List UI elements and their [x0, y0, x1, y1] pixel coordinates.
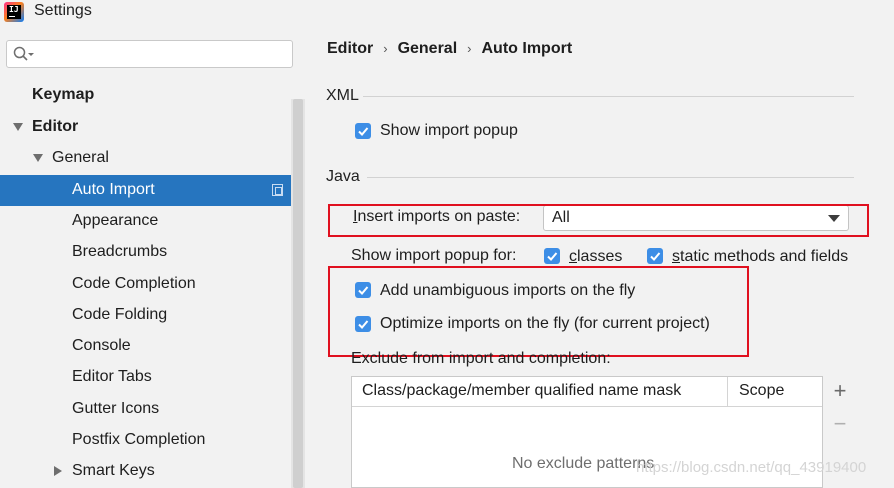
sidebar-item-label: Auto Import [72, 181, 155, 198]
sidebar-scrollbar[interactable] [291, 99, 305, 488]
breadcrumb-separator: › [383, 41, 388, 56]
breadcrumb-separator: › [467, 41, 472, 56]
sidebar-item-label: Keymap [32, 86, 95, 103]
exclude-label: Exclude from import and completion: [351, 350, 611, 367]
show-popup-for-label: Show import popup for: [351, 247, 517, 264]
sidebar-item-label: General [52, 149, 109, 166]
window-title: Settings [34, 2, 92, 19]
mnemonic: c [569, 248, 577, 265]
section-divider [363, 96, 854, 97]
java-section-title: Java [326, 168, 360, 185]
sidebar-item-editor-tabs[interactable]: Editor Tabs [0, 362, 291, 392]
show-import-popup-checkbox[interactable] [355, 123, 371, 139]
sidebar-item-console[interactable]: Console [0, 331, 291, 361]
breadcrumb-auto-import: Auto Import [481, 40, 573, 57]
column-header-scope[interactable]: Scope [739, 382, 784, 400]
expand-arrow-icon[interactable] [33, 154, 43, 162]
sidebar-item-label: Smart Keys [72, 462, 155, 479]
column-divider [727, 377, 728, 406]
sidebar-item-label: Breadcrumbs [72, 243, 168, 260]
sidebar-item-postfix-completion[interactable]: Postfix Completion [0, 425, 291, 455]
settings-sidebar: Keymap Editor General Auto Import Appear… [0, 26, 305, 488]
checkmark-icon [358, 127, 369, 136]
section-divider [367, 177, 854, 178]
remove-icon[interactable]: − [825, 411, 855, 437]
classes-checkbox[interactable] [544, 248, 560, 264]
static-methods-checkbox[interactable] [647, 248, 663, 264]
static-methods-label: static methods and fields [672, 248, 848, 266]
expand-arrow-icon[interactable] [13, 123, 23, 131]
show-import-popup-label: Show import popup [380, 122, 518, 139]
empty-table-text: No exclude patterns [512, 455, 655, 472]
checkmark-icon [650, 252, 661, 261]
sidebar-item-label: Code Folding [72, 306, 168, 323]
sidebar-item-appearance[interactable]: Appearance [0, 206, 291, 236]
add-icon[interactable]: + [825, 378, 855, 404]
mnemonic: s [672, 248, 680, 265]
sidebar-item-label: Editor [32, 118, 79, 135]
intellij-logo-icon: IJ [4, 2, 24, 22]
sidebar-item-label: Postfix Completion [72, 431, 206, 448]
sidebar-item-code-completion[interactable]: Code Completion [0, 269, 291, 299]
sidebar-item-general[interactable]: General [0, 143, 291, 173]
breadcrumb-editor: Editor [327, 40, 374, 57]
breadcrumb-general: General [397, 40, 458, 57]
sidebar-item-label: Console [72, 337, 131, 354]
sidebar-item-gutter-icons[interactable]: Gutter Icons [0, 394, 291, 424]
watermark-text: https://blog.csdn.net/qq_43919400 [636, 459, 867, 476]
collapse-arrow-icon[interactable] [54, 466, 62, 476]
search-icon [13, 46, 34, 61]
table-header: Class/package/member qualified name mask… [352, 377, 822, 407]
column-header-mask[interactable]: Class/package/member qualified name mask [362, 382, 681, 400]
sidebar-item-label: Appearance [72, 212, 159, 229]
xml-section-title: XML [326, 87, 359, 104]
static-methods-label-text: tatic methods and fields [680, 248, 849, 265]
classes-label-text: lasses [577, 248, 623, 265]
classes-label: classes [569, 248, 622, 266]
project-settings-icon [272, 184, 283, 196]
sidebar-item-keymap[interactable]: Keymap [0, 80, 291, 110]
sidebar-item-editor[interactable]: Editor [0, 112, 291, 142]
sidebar-item-code-folding[interactable]: Code Folding [0, 300, 291, 330]
settings-search-input[interactable] [6, 40, 293, 68]
sidebar-item-breadcrumbs[interactable]: Breadcrumbs [0, 237, 291, 267]
sidebar-item-label: Code Completion [72, 275, 196, 292]
sidebar-item-smart-keys[interactable]: Smart Keys [0, 456, 291, 486]
scrollbar-thumb[interactable] [293, 99, 303, 488]
sidebar-item-label: Editor Tabs [72, 368, 152, 385]
highlight-box-insert-imports [328, 204, 869, 237]
checkmark-icon [547, 252, 558, 261]
title-bar: IJ Settings [0, 0, 894, 26]
highlight-box-on-the-fly [328, 266, 749, 357]
settings-content: Editor › General › Auto Import XML Show impo… [305, 26, 894, 488]
sidebar-item-label: Gutter Icons [72, 400, 160, 417]
breadcrumb: Editor › General › Auto Import [327, 40, 572, 58]
sidebar-item-auto-import[interactable]: Auto Import [0, 175, 291, 206]
